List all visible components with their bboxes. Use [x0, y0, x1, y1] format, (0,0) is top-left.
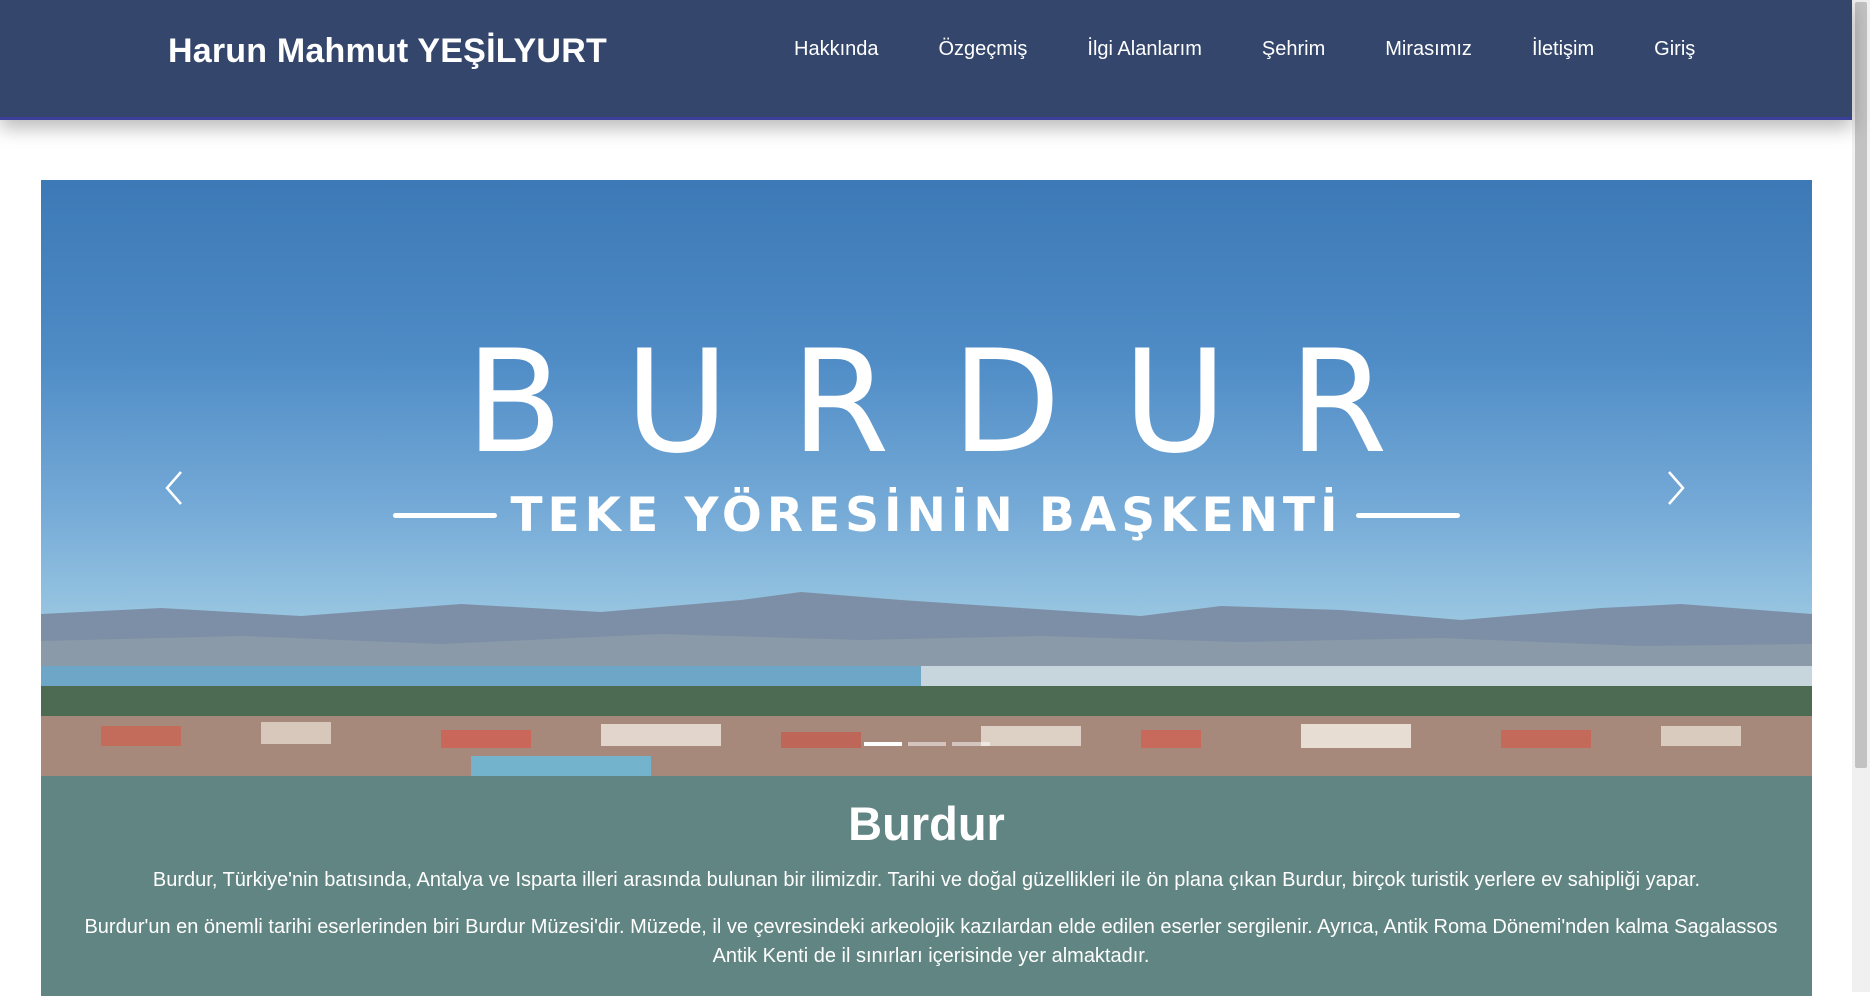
nav-item: Giriş — [1654, 38, 1695, 61]
city-skyline-graphic — [41, 686, 1812, 776]
nav-item: Şehrim — [1262, 38, 1385, 61]
nav-item: İlgi Alanlarım — [1087, 38, 1262, 61]
nav-link-sehrim[interactable]: Şehrim — [1262, 38, 1325, 61]
city-title: Burdur — [848, 797, 1005, 850]
top-navbar: Harun Mahmut YEŞİLYURT Hakkında Özgeçmiş… — [0, 0, 1852, 120]
nav-link-ozgecmis[interactable]: Özgeçmiş — [939, 38, 1028, 61]
hero-headline: BURDUR — [465, 320, 1450, 485]
nav-link-iletisim[interactable]: İletişim — [1532, 38, 1594, 61]
carousel-indicator-2[interactable] — [907, 742, 946, 746]
subtitle-rule-right — [1356, 513, 1461, 518]
nav-item: Hakkında — [794, 38, 939, 61]
chevron-left-icon — [165, 471, 182, 505]
city-description-2: Burdur'un en önemli tarihi eserlerinden … — [84, 915, 1778, 967]
carousel-indicator-3[interactable] — [951, 742, 990, 746]
city-description-1: Burdur, Türkiye'nin batısında, Antalya v… — [152, 868, 1701, 891]
chevron-right-icon — [1668, 471, 1685, 505]
nav-link-ilgi-alanlarim[interactable]: İlgi Alanlarım — [1087, 38, 1202, 61]
site-brand[interactable]: Harun Mahmut YEŞİLYURT — [168, 32, 607, 71]
nav-link-hakkinda[interactable]: Hakkında — [794, 38, 879, 61]
hero-carousel: BURDUR TEKE YÖRESİNİN BAŞKENTİ — [41, 180, 1812, 776]
carousel-indicator-1[interactable] — [863, 742, 902, 746]
nav-item: Mirasımız — [1385, 38, 1532, 61]
city-info-panel: Burdur Burdur, Türkiye'nin batısında, An… — [41, 776, 1812, 996]
hero-subtitle-row: TEKE YÖRESİNİN BAŞKENTİ — [41, 488, 1812, 543]
nav-item: Özgeçmiş — [939, 38, 1088, 61]
main-nav: Hakkında Özgeçmiş İlgi Alanlarım Şehrim … — [794, 38, 1695, 61]
page-scrollbar-thumb[interactable] — [1855, 2, 1867, 768]
nav-link-giris[interactable]: Giriş — [1654, 38, 1695, 61]
mountain-range-graphic — [41, 592, 1812, 696]
subtitle-rule-left — [392, 513, 497, 518]
carousel-indicators — [41, 742, 1812, 746]
hero-subtitle: TEKE YÖRESİNİN BAŞKENTİ — [510, 488, 1343, 543]
nav-link-mirasimiz[interactable]: Mirasımız — [1385, 38, 1472, 61]
carousel-next-button[interactable] — [1651, 458, 1701, 518]
nav-item: İletişim — [1532, 38, 1654, 61]
carousel-prev-button[interactable] — [149, 458, 199, 518]
